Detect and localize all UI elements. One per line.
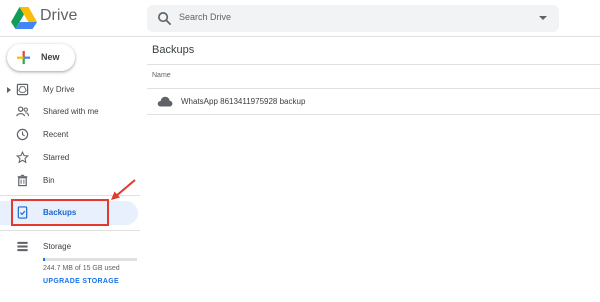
sidebar-item-label: Bin: [43, 176, 55, 185]
storage-used-text: 244.7 MB of 15 GB used: [43, 265, 120, 272]
plus-icon: [16, 50, 31, 65]
sidebar-item-label: Recent: [43, 130, 69, 139]
list-divider: [147, 114, 600, 115]
sidebar-item-label: Storage: [43, 242, 72, 251]
storage-usage-fill: [43, 258, 45, 261]
search-bar[interactable]: Search Drive: [147, 5, 559, 32]
name-column-header[interactable]: Name: [152, 72, 171, 79]
trash-icon: [17, 174, 28, 187]
backup-name: WhatsApp 8613411975928 backup: [181, 97, 306, 106]
shared-icon: [16, 106, 29, 117]
top-bar: Drive Search Drive: [0, 0, 600, 37]
upgrade-storage-link[interactable]: UPGRADE STORAGE: [43, 278, 119, 285]
sidebar-item-my-drive[interactable]: My Drive: [0, 79, 138, 101]
search-options-dropdown-icon[interactable]: [539, 16, 547, 20]
my-drive-icon: [16, 83, 29, 96]
sidebar-item-label: Starred: [43, 153, 70, 162]
sidebar-item-shared-with-me[interactable]: Shared with me: [0, 101, 138, 123]
sidebar-item-label: Shared with me: [43, 107, 99, 116]
header-divider: [147, 64, 600, 65]
storage-usage-bar: [43, 258, 137, 261]
sidebar-item-recent[interactable]: Recent: [0, 124, 138, 146]
search-input[interactable]: Search Drive: [179, 12, 231, 22]
table-row[interactable]: WhatsApp 8613411975928 backup: [147, 89, 600, 114]
app-title: Drive: [40, 7, 78, 24]
star-icon: [16, 151, 29, 164]
page-title: Backups: [152, 44, 195, 56]
annotation-arrow-icon: [111, 179, 136, 200]
sidebar-item-storage[interactable]: Storage: [0, 236, 138, 258]
expand-arrow-icon[interactable]: [7, 87, 11, 93]
sidebar-item-label: Backups: [43, 208, 77, 217]
new-button-label: New: [41, 52, 60, 62]
storage-icon: [17, 241, 28, 252]
drive-logo-icon[interactable]: [11, 7, 37, 29]
cloud-icon: [157, 96, 173, 107]
sidebar-divider: [0, 230, 140, 231]
new-button[interactable]: New: [7, 44, 75, 71]
sidebar-item-backups[interactable]: Backups: [0, 201, 138, 225]
backup-phone-icon: [17, 206, 28, 219]
sidebar-item-label: My Drive: [43, 85, 75, 94]
sidebar-item-starred[interactable]: Starred: [0, 147, 138, 169]
search-icon[interactable]: [157, 11, 172, 26]
clock-icon: [16, 128, 29, 141]
